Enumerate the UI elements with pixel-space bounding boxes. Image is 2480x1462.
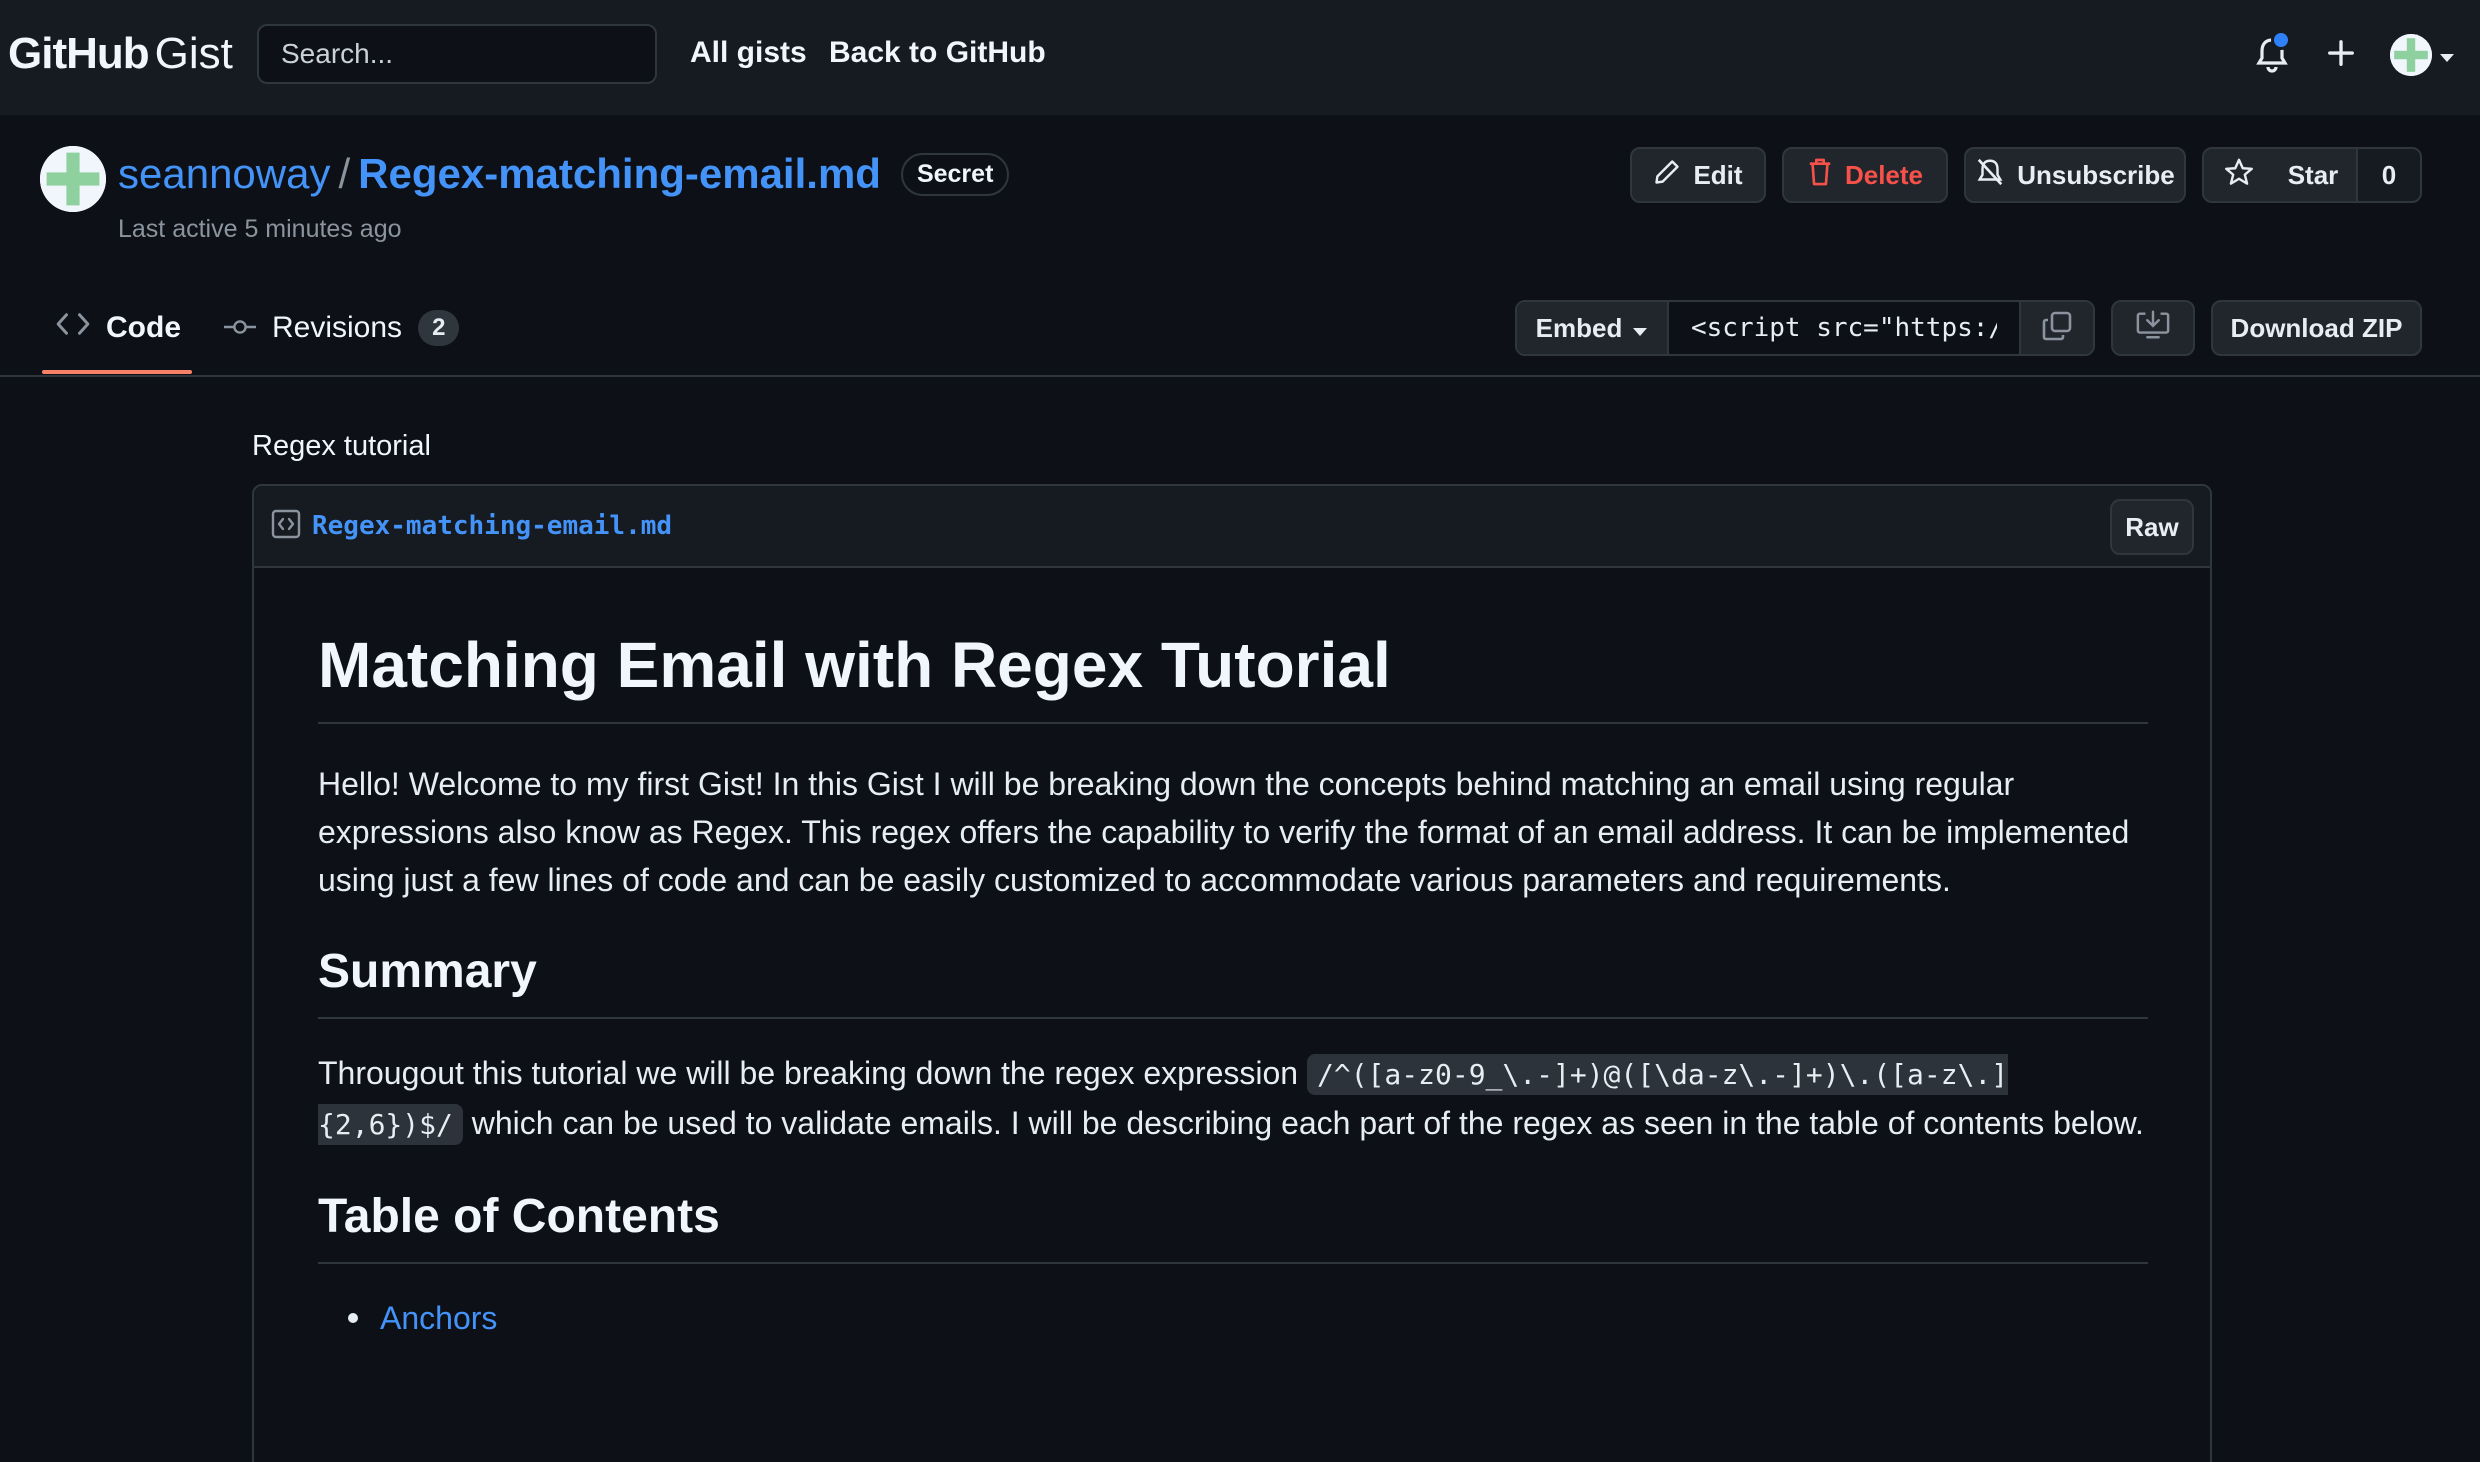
tabs-divider	[0, 375, 2480, 377]
tab-code-label: Code	[106, 311, 181, 344]
plus-icon[interactable]	[2326, 38, 2356, 73]
visibility-badge: Secret	[900, 152, 1010, 196]
breadcrumb-separator: /	[338, 150, 351, 197]
intro-paragraph: Hello! Welcome to my first Gist! In this…	[318, 766, 2130, 898]
owner-link[interactable]: seannoway	[118, 150, 330, 198]
summary-text-before: Througout this tutorial we will be break…	[318, 1055, 1307, 1091]
unsubscribe-button[interactable]: Unsubscribe	[1964, 147, 2186, 203]
caret-down-icon	[1632, 313, 1648, 344]
tab-revisions[interactable]: Revisions 2	[224, 300, 460, 356]
file-container: Regex-matching-email.md Raw Matching Ema…	[252, 484, 2212, 1462]
github-gist-logo[interactable]: GitHub Gist	[8, 26, 233, 82]
raw-button[interactable]: Raw	[2110, 499, 2194, 555]
bell-slash-icon	[1975, 157, 2005, 194]
summary-heading: Summary	[318, 944, 2148, 1019]
markdown-h1: Matching Email with Regex Tutorial	[318, 628, 2148, 724]
trash-icon	[1807, 157, 1833, 194]
unsubscribe-label: Unsubscribe	[2017, 159, 2175, 190]
tab-code[interactable]: Code	[56, 300, 181, 356]
star-icon	[2224, 157, 2254, 194]
file-name-link[interactable]: Regex-matching-email.md	[312, 511, 672, 541]
file-code-icon	[270, 508, 302, 545]
embed-group: Embed	[1515, 300, 2095, 356]
download-zip-button[interactable]: Download ZIP	[2211, 300, 2422, 356]
all-gists-link[interactable]: All gists	[690, 36, 807, 70]
summary-paragraph: Througout this tutorial we will be break…	[318, 1049, 2148, 1149]
toc-heading: Table of Contents	[318, 1189, 2148, 1264]
last-active-text: Last active 5 minutes ago	[118, 215, 402, 243]
active-tab-indicator	[42, 370, 192, 374]
notification-dot-icon	[2271, 30, 2291, 50]
owner-avatar[interactable]	[40, 146, 106, 212]
edit-label: Edit	[1693, 159, 1743, 190]
star-button[interactable]: Star	[2202, 147, 2360, 203]
embed-dropdown-button[interactable]: Embed	[1517, 302, 1669, 354]
embed-code-input[interactable]	[1669, 302, 2019, 354]
toc-link-anchors[interactable]: Anchors	[380, 1294, 497, 1342]
delete-label: Delete	[1844, 159, 1924, 190]
breadcrumb: seannoway / Regex-matching-email.md Secr…	[118, 150, 1010, 198]
markdown-body: Matching Email with Regex Tutorial Hello…	[254, 568, 2210, 1342]
logo-github-text: GitHub	[8, 29, 150, 78]
file-header: Regex-matching-email.md Raw	[254, 486, 2210, 568]
download-zip-label: Download ZIP	[2230, 312, 2403, 343]
code-icon	[56, 311, 90, 345]
logo-gist-text: Gist	[154, 29, 233, 78]
embed-label: Embed	[1535, 312, 1623, 343]
list-item: Anchors	[348, 1294, 2148, 1342]
avatar[interactable]	[2390, 34, 2432, 76]
edit-button[interactable]: Edit	[1630, 147, 1766, 203]
gist-description: Regex tutorial	[252, 430, 431, 462]
caret-down-icon[interactable]	[2439, 50, 2455, 68]
gist-filename-link[interactable]: Regex-matching-email.md	[358, 150, 881, 198]
copy-icon	[2041, 310, 2073, 347]
back-to-github-link[interactable]: Back to GitHub	[829, 36, 1046, 70]
copy-button[interactable]	[2019, 302, 2093, 354]
revisions-count-badge: 2	[418, 310, 460, 346]
toc-list: Anchors	[318, 1294, 2148, 1342]
open-desktop-button[interactable]	[2111, 300, 2195, 356]
star-label: Star	[2287, 159, 2339, 190]
pencil-icon	[1653, 158, 1681, 193]
bullet-icon	[348, 1313, 358, 1323]
top-header: GitHub Gist All gists Back to GitHub	[0, 0, 2480, 115]
tab-revisions-label: Revisions	[272, 311, 403, 344]
star-count[interactable]: 0	[2356, 147, 2422, 203]
desktop-download-icon	[2136, 309, 2170, 348]
delete-button[interactable]: Delete	[1782, 147, 1948, 203]
summary-text-after: which can be used to validate emails. I …	[462, 1105, 2144, 1141]
search-input[interactable]	[257, 24, 657, 84]
git-commit-icon	[224, 311, 256, 345]
star-count-value: 0	[2381, 159, 2397, 190]
